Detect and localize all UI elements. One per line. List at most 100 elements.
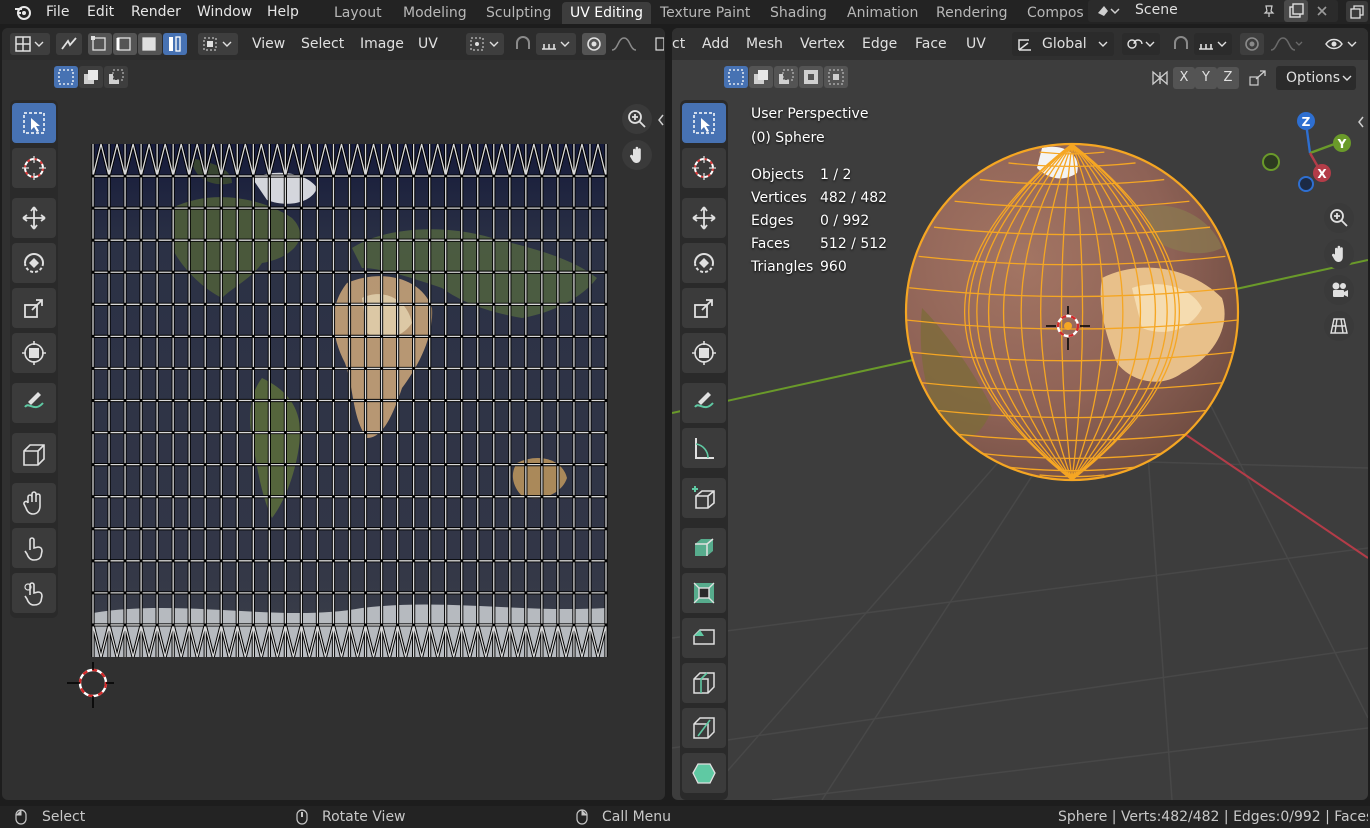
viewport-menu-vertex[interactable]: Vertex bbox=[800, 34, 845, 54]
tab-compositing[interactable]: Compos bbox=[1019, 2, 1093, 24]
scene-icon[interactable] bbox=[1094, 2, 1122, 20]
vp-select-subtract-button[interactable] bbox=[774, 66, 798, 88]
bevel-tool[interactable] bbox=[682, 618, 726, 658]
tab-layout[interactable]: Layout bbox=[326, 2, 390, 24]
menu-help[interactable]: Help bbox=[267, 2, 299, 22]
pivot-icon[interactable] bbox=[1122, 33, 1160, 55]
vp-cursor-tool[interactable] bbox=[682, 148, 726, 188]
viewport-menu-mesh[interactable]: Mesh bbox=[746, 34, 783, 54]
uv-menu-image[interactable]: Image bbox=[360, 34, 404, 54]
menu-file[interactable]: File bbox=[46, 2, 69, 22]
3d-cursor[interactable] bbox=[1044, 304, 1092, 352]
select-new-button[interactable] bbox=[54, 66, 78, 88]
select-extend-button[interactable] bbox=[79, 66, 103, 88]
ortho-grid-icon[interactable] bbox=[1324, 311, 1354, 341]
vp-select-invert-button[interactable] bbox=[799, 66, 823, 88]
menu-edit[interactable]: Edit bbox=[87, 2, 114, 22]
grab-tool[interactable] bbox=[12, 433, 56, 473]
tab-texture-paint[interactable]: Texture Paint bbox=[652, 2, 758, 24]
new-scene-icon[interactable] bbox=[1284, 0, 1308, 22]
scene-name[interactable]: Scene bbox=[1135, 0, 1178, 22]
proportional-edit-icon[interactable] bbox=[582, 33, 606, 55]
uv-menu-uv[interactable]: UV bbox=[418, 34, 438, 54]
uv-menu-select[interactable]: Select bbox=[301, 34, 344, 54]
menu-render[interactable]: Render bbox=[131, 2, 181, 22]
uv-map-canvas[interactable] bbox=[62, 138, 622, 708]
vp-transform-tool[interactable] bbox=[682, 333, 726, 373]
auto-merge-icon[interactable] bbox=[1246, 67, 1270, 89]
uv-menu-view[interactable]: View bbox=[252, 34, 285, 54]
cursor-tool[interactable] bbox=[12, 148, 56, 188]
blender-logo-icon[interactable] bbox=[12, 2, 34, 22]
vp-rotate-tool[interactable] bbox=[682, 243, 726, 283]
vp-sidebar-toggle-icon[interactable] bbox=[1356, 114, 1366, 130]
pivot-point-icon[interactable] bbox=[466, 33, 504, 55]
vertex-select-button[interactable] bbox=[88, 33, 112, 55]
rip-tool[interactable] bbox=[12, 573, 56, 613]
mirror-y-button[interactable]: Y bbox=[1195, 67, 1217, 89]
proportional-editing-icon[interactable] bbox=[1240, 33, 1264, 55]
pan-hand-icon[interactable] bbox=[622, 140, 652, 170]
vp-annotate-tool[interactable] bbox=[682, 383, 726, 423]
close-icon[interactable] bbox=[1312, 2, 1332, 20]
tab-modeling[interactable]: Modeling bbox=[395, 2, 475, 24]
vp-zoom-icon[interactable] bbox=[1324, 203, 1354, 233]
snap-magnet-icon[interactable] bbox=[1168, 33, 1194, 55]
tab-sculpting[interactable]: Sculpting bbox=[478, 2, 559, 24]
options-dropdown[interactable]: Options bbox=[1276, 66, 1356, 90]
viewport-menu-object[interactable]: ct bbox=[672, 34, 685, 54]
island-select-button[interactable] bbox=[163, 33, 187, 55]
face-select-button[interactable] bbox=[138, 33, 162, 55]
viewport-menu-uv[interactable]: UV bbox=[966, 34, 986, 54]
tab-rendering[interactable]: Rendering bbox=[928, 2, 1016, 24]
camera-view-icon[interactable] bbox=[1324, 275, 1354, 305]
select-subtract-button[interactable] bbox=[104, 66, 128, 88]
vp-select-box-tool[interactable] bbox=[682, 103, 726, 143]
vp-select-new-button[interactable] bbox=[724, 66, 748, 88]
snap-increment-icon[interactable] bbox=[1194, 33, 1232, 55]
vp-select-intersect-button[interactable] bbox=[824, 66, 848, 88]
zoom-icon[interactable] bbox=[622, 104, 652, 134]
viewport-menu-edge[interactable]: Edge bbox=[862, 34, 897, 54]
select-box-tool[interactable] bbox=[12, 103, 56, 143]
navigation-gizmo[interactable]: Z Y X bbox=[1260, 108, 1360, 198]
add-cube-tool[interactable] bbox=[682, 478, 726, 518]
tab-animation[interactable]: Animation bbox=[839, 2, 926, 24]
knife-tool[interactable] bbox=[682, 708, 726, 748]
move-tool[interactable] bbox=[12, 198, 56, 238]
editor-divider[interactable] bbox=[665, 28, 672, 800]
falloff-icon[interactable] bbox=[1266, 33, 1306, 55]
inset-tool[interactable] bbox=[682, 573, 726, 613]
vp-scale-tool[interactable] bbox=[682, 288, 726, 328]
tab-uv-editing[interactable]: UV Editing bbox=[562, 2, 652, 24]
mirror-butterfly-icon[interactable] bbox=[1148, 67, 1172, 89]
extrude-tool[interactable] bbox=[682, 528, 726, 568]
pinch-tool[interactable] bbox=[12, 483, 56, 523]
mirror-x-button[interactable]: X bbox=[1173, 67, 1195, 89]
vp-pan-hand-icon[interactable] bbox=[1324, 239, 1354, 269]
relax-tool[interactable] bbox=[12, 528, 56, 568]
falloff-curve-icon[interactable] bbox=[608, 33, 642, 55]
pin-icon[interactable] bbox=[1260, 2, 1278, 20]
measure-tool[interactable] bbox=[682, 428, 726, 468]
uv-2d-cursor[interactable] bbox=[67, 662, 114, 708]
sidebar-toggle-icon[interactable] bbox=[656, 112, 665, 128]
poly-build-tool[interactable] bbox=[682, 753, 726, 793]
annotate-tool[interactable] bbox=[12, 383, 56, 423]
vp-select-extend-button[interactable] bbox=[749, 66, 773, 88]
loop-cut-tool[interactable] bbox=[682, 663, 726, 703]
visibility-eye-icon[interactable] bbox=[1322, 33, 1362, 55]
sticky-selection-icon[interactable] bbox=[198, 33, 238, 55]
transform-tool[interactable] bbox=[12, 333, 56, 373]
menu-window[interactable]: Window bbox=[197, 2, 252, 22]
viewport-menu-face[interactable]: Face bbox=[915, 34, 947, 54]
sync-selection-button[interactable] bbox=[56, 33, 82, 55]
editor-type-icon[interactable] bbox=[10, 33, 50, 55]
vp-move-tool[interactable] bbox=[682, 198, 726, 238]
mirror-z-button[interactable]: Z bbox=[1217, 67, 1239, 89]
rotate-tool[interactable] bbox=[12, 243, 56, 283]
snap-target-icon[interactable] bbox=[536, 33, 576, 55]
tab-shading[interactable]: Shading bbox=[762, 2, 835, 24]
transform-orientation-dropdown[interactable]: Global bbox=[1012, 32, 1114, 56]
snap-icon[interactable] bbox=[510, 33, 536, 55]
